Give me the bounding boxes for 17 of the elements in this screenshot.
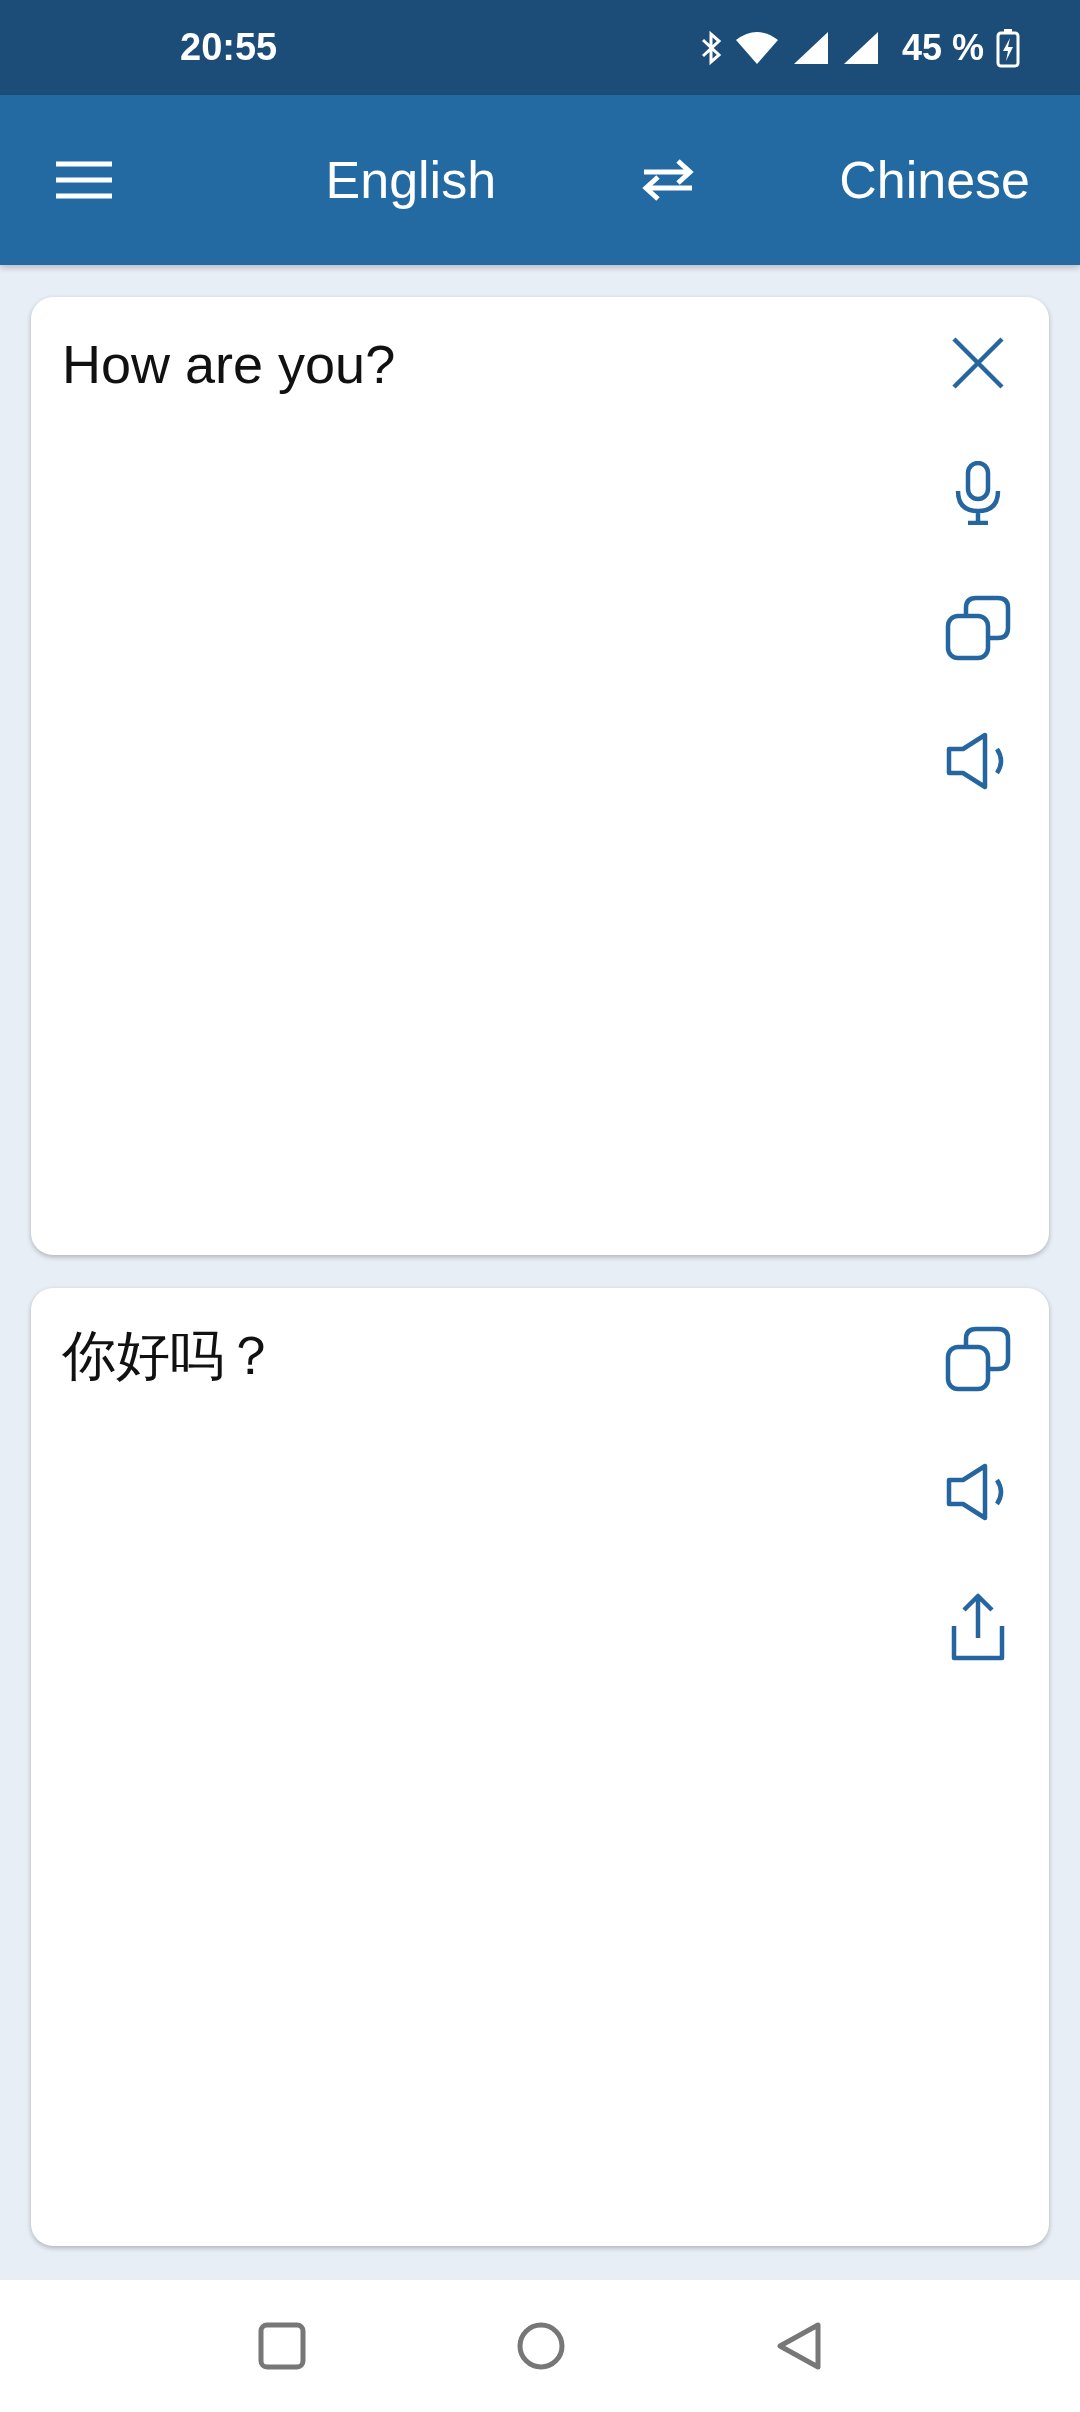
battery-percent: 45 % <box>901 26 984 69</box>
input-text[interactable]: How are you? <box>62 335 396 1255</box>
copy-icon[interactable] <box>945 595 1011 661</box>
share-icon[interactable] <box>950 1592 1006 1662</box>
target-language[interactable]: Chinese <box>839 150 1030 210</box>
bluetooth-icon <box>699 29 722 66</box>
source-language[interactable]: English <box>325 150 497 210</box>
copy-icon[interactable] <box>945 1326 1011 1392</box>
back-icon[interactable] <box>776 2321 822 2371</box>
translated-text: 你好吗？ <box>62 1326 278 1387</box>
clock-time: 20:55 <box>180 26 278 69</box>
recent-apps-icon[interactable] <box>258 2322 306 2370</box>
close-icon[interactable] <box>950 335 1006 391</box>
home-icon[interactable] <box>516 2321 566 2371</box>
menu-icon[interactable] <box>56 161 112 199</box>
battery-icon <box>996 27 1020 68</box>
wifi-icon <box>733 29 780 66</box>
